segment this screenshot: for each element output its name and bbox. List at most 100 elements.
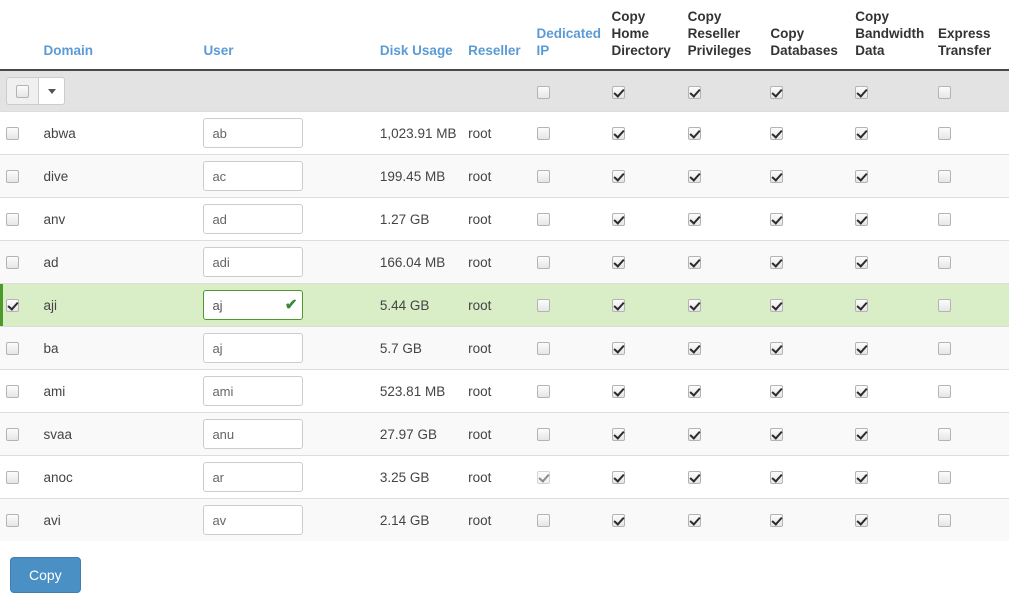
row-select-checkbox[interactable] xyxy=(6,385,19,399)
row-express-transfer-checkbox[interactable] xyxy=(937,299,951,313)
row-copy-reseller-privileges-checkbox[interactable] xyxy=(687,385,701,399)
user-input[interactable] xyxy=(203,462,304,492)
copy-button[interactable]: Copy xyxy=(10,557,81,593)
select-all-checkbox[interactable] xyxy=(16,84,29,98)
row-copy-databases-checkbox[interactable] xyxy=(770,428,784,442)
table-row[interactable]: svaa 27.97 GBroot xyxy=(0,412,1009,456)
select-all-dedicated-ip-checkbox[interactable] xyxy=(536,85,550,99)
row-copy-bandwidth-data-checkbox[interactable] xyxy=(855,514,869,528)
row-select-checkbox[interactable] xyxy=(6,299,19,313)
select-all-checkbox-button[interactable] xyxy=(6,77,38,105)
row-dedicated-ip-checkbox[interactable] xyxy=(536,170,550,184)
row-copy-databases-checkbox[interactable] xyxy=(770,127,784,141)
row-copy-bandwidth-data-checkbox[interactable] xyxy=(855,170,869,184)
table-row[interactable]: abwa 1,023.91 MBroot xyxy=(0,111,1009,155)
column-header-user[interactable]: User xyxy=(197,0,374,71)
row-copy-bandwidth-data-checkbox[interactable] xyxy=(855,428,869,442)
select-all-copy-databases-checkbox[interactable] xyxy=(770,85,784,99)
user-input[interactable] xyxy=(203,333,304,363)
row-copy-databases-checkbox[interactable] xyxy=(770,213,784,227)
row-express-transfer-checkbox[interactable] xyxy=(937,428,951,442)
row-copy-databases-checkbox[interactable] xyxy=(770,256,784,270)
row-copy-home-directory-checkbox[interactable] xyxy=(611,299,625,313)
row-dedicated-ip-checkbox[interactable] xyxy=(536,385,550,399)
row-copy-reseller-privileges-checkbox[interactable] xyxy=(687,213,701,227)
select-all-copy-bandwidth-checkbox[interactable] xyxy=(855,85,869,99)
row-copy-home-directory-checkbox[interactable] xyxy=(611,471,625,485)
row-copy-databases-checkbox[interactable] xyxy=(770,514,784,528)
row-express-transfer-checkbox[interactable] xyxy=(937,213,951,227)
row-dedicated-ip-checkbox[interactable] xyxy=(536,428,550,442)
table-row[interactable]: aji ✔ 5.44 GBroot xyxy=(0,283,1009,327)
row-copy-bandwidth-data-checkbox[interactable] xyxy=(855,471,869,485)
row-express-transfer-checkbox[interactable] xyxy=(937,514,951,528)
row-dedicated-ip-checkbox[interactable] xyxy=(536,471,550,485)
row-copy-databases-checkbox[interactable] xyxy=(770,170,784,184)
table-row[interactable]: ami 523.81 MBroot xyxy=(0,369,1009,413)
row-select-checkbox[interactable] xyxy=(6,428,19,442)
row-express-transfer-checkbox[interactable] xyxy=(937,170,951,184)
row-dedicated-ip-checkbox[interactable] xyxy=(536,256,550,270)
user-input[interactable] xyxy=(203,376,304,406)
row-select-checkbox[interactable] xyxy=(6,256,19,270)
row-copy-databases-checkbox[interactable] xyxy=(770,471,784,485)
row-copy-reseller-privileges-checkbox[interactable] xyxy=(687,299,701,313)
row-dedicated-ip-checkbox[interactable] xyxy=(536,514,550,528)
row-copy-home-directory-checkbox[interactable] xyxy=(611,127,625,141)
table-row[interactable]: ba 5.7 GBroot xyxy=(0,326,1009,370)
user-input[interactable] xyxy=(203,204,304,234)
row-select-checkbox[interactable] xyxy=(6,342,19,356)
user-input[interactable] xyxy=(203,247,304,277)
row-copy-bandwidth-data-checkbox[interactable] xyxy=(855,127,869,141)
row-copy-home-directory-checkbox[interactable] xyxy=(611,342,625,356)
row-select-checkbox[interactable] xyxy=(6,127,19,141)
table-row[interactable]: anv 1.27 GBroot xyxy=(0,197,1009,241)
row-select-checkbox[interactable] xyxy=(6,213,19,227)
row-copy-reseller-privileges-checkbox[interactable] xyxy=(687,514,701,528)
row-copy-home-directory-checkbox[interactable] xyxy=(611,256,625,270)
select-all-copy-home-checkbox[interactable] xyxy=(611,85,625,99)
row-copy-bandwidth-data-checkbox[interactable] xyxy=(855,299,869,313)
table-row[interactable]: avi 2.14 GBroot xyxy=(0,498,1009,541)
row-copy-reseller-privileges-checkbox[interactable] xyxy=(687,127,701,141)
row-express-transfer-checkbox[interactable] xyxy=(937,342,951,356)
user-input[interactable] xyxy=(203,419,304,449)
row-copy-home-directory-checkbox[interactable] xyxy=(611,428,625,442)
row-copy-home-directory-checkbox[interactable] xyxy=(611,514,625,528)
user-input[interactable] xyxy=(203,118,304,148)
select-all-dropdown-button[interactable] xyxy=(38,77,65,105)
table-row[interactable]: anoc 3.25 GBroot xyxy=(0,455,1009,499)
row-copy-reseller-privileges-checkbox[interactable] xyxy=(687,428,701,442)
row-select-checkbox[interactable] xyxy=(6,514,19,528)
column-header-reseller[interactable]: Reseller xyxy=(462,0,531,71)
select-all-button-group[interactable] xyxy=(6,77,65,105)
table-row[interactable]: dive 199.45 MBroot xyxy=(0,154,1009,198)
row-express-transfer-checkbox[interactable] xyxy=(937,385,951,399)
column-header-domain[interactable]: Domain xyxy=(37,0,198,71)
row-copy-reseller-privileges-checkbox[interactable] xyxy=(687,471,701,485)
row-dedicated-ip-checkbox[interactable] xyxy=(536,342,550,356)
row-copy-databases-checkbox[interactable] xyxy=(770,299,784,313)
row-copy-bandwidth-data-checkbox[interactable] xyxy=(855,256,869,270)
row-dedicated-ip-checkbox[interactable] xyxy=(536,213,550,227)
row-dedicated-ip-checkbox[interactable] xyxy=(536,299,550,313)
column-header-disk-usage[interactable]: Disk Usage xyxy=(373,0,463,71)
row-copy-databases-checkbox[interactable] xyxy=(770,342,784,356)
row-select-checkbox[interactable] xyxy=(6,170,19,184)
row-copy-home-directory-checkbox[interactable] xyxy=(611,213,625,227)
row-select-checkbox[interactable] xyxy=(6,471,19,485)
user-input[interactable] xyxy=(203,161,304,191)
row-copy-reseller-privileges-checkbox[interactable] xyxy=(687,170,701,184)
table-row[interactable]: ad 166.04 MBroot xyxy=(0,240,1009,284)
row-copy-databases-checkbox[interactable] xyxy=(770,385,784,399)
row-copy-home-directory-checkbox[interactable] xyxy=(611,170,625,184)
row-express-transfer-checkbox[interactable] xyxy=(937,256,951,270)
row-copy-reseller-privileges-checkbox[interactable] xyxy=(687,342,701,356)
row-express-transfer-checkbox[interactable] xyxy=(937,471,951,485)
row-express-transfer-checkbox[interactable] xyxy=(937,127,951,141)
row-dedicated-ip-checkbox[interactable] xyxy=(536,127,550,141)
user-input[interactable] xyxy=(203,505,304,535)
row-copy-bandwidth-data-checkbox[interactable] xyxy=(855,213,869,227)
column-header-dedicated-ip[interactable]: Dedicated IP xyxy=(530,0,606,71)
row-copy-bandwidth-data-checkbox[interactable] xyxy=(855,385,869,399)
